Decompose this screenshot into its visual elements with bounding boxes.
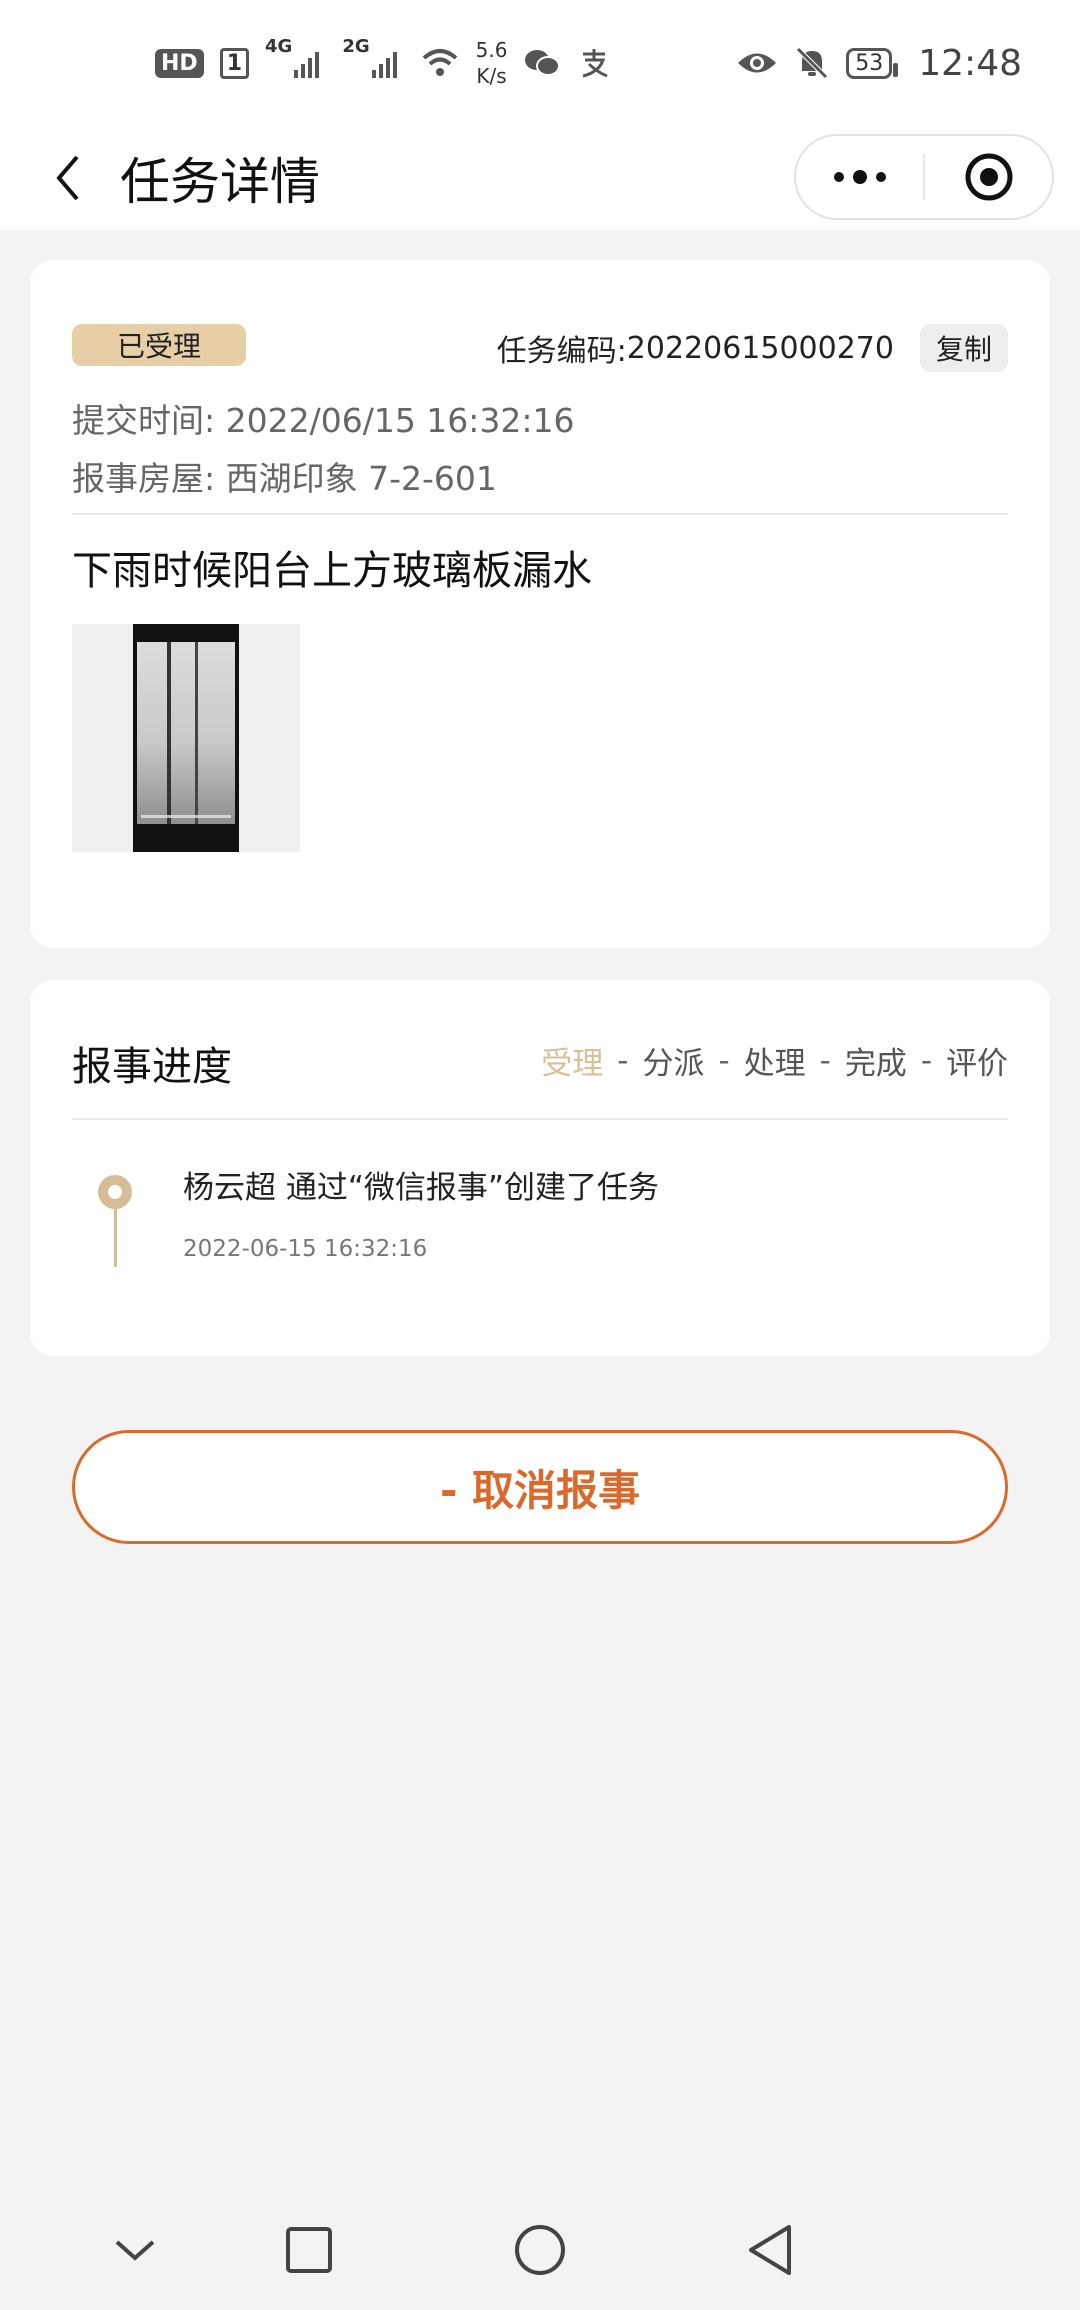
progress-title: 报事进度	[72, 1044, 232, 1090]
copy-button[interactable]: 复制	[919, 324, 1008, 372]
window-frame	[167, 642, 171, 824]
wifi-icon	[420, 46, 460, 80]
timeline-entry-time: 2022-06-15 16:32:16	[183, 1236, 428, 1262]
video-preview	[133, 624, 239, 852]
step-dispatch: 分派	[642, 1046, 705, 1082]
sim-badge: 1	[219, 47, 249, 79]
net-label-2g: 2G	[342, 36, 370, 57]
divider	[72, 513, 1008, 515]
square-icon	[286, 2227, 332, 2273]
video-progress-bar	[141, 815, 231, 818]
timeline-line	[114, 1209, 117, 1267]
nav-bar: 任务详情	[0, 126, 1080, 230]
net-label-4g: 4G	[265, 36, 293, 57]
step-separator: -	[718, 1042, 730, 1079]
report-house: 报事房屋: 西湖印象 7-2-601	[72, 459, 497, 498]
status-bar-left: HD 1 4G 2G 5.6 K/s	[155, 36, 611, 89]
task-code-row: 任务编码: 20220615000270 复制	[497, 324, 1008, 372]
close-miniprogram-button[interactable]	[925, 136, 1052, 218]
task-description: 下雨时候阳台上方玻璃板漏水	[72, 548, 592, 594]
speed-value: 5.6	[475, 38, 508, 62]
submit-time: 提交时间: 2022/06/15 16:32:16	[72, 401, 575, 440]
timeline-entry-text: 杨云超 通过“微信报事”创建了任务	[183, 1170, 659, 1206]
miniprogram-capsule	[794, 134, 1054, 220]
speed-unit: K/s	[476, 64, 507, 88]
network-speed: 5.6 K/s	[476, 37, 508, 89]
signal-2g-icon: 2G	[342, 36, 403, 80]
system-back-button[interactable]	[735, 2215, 805, 2285]
step-process: 处理	[743, 1046, 806, 1082]
system-nav-bar	[0, 2190, 1080, 2310]
signal-4g-icon: 4G	[265, 36, 326, 80]
cancel-report-button[interactable]: - 取消报事	[72, 1430, 1008, 1544]
wechat-icon	[523, 47, 561, 79]
home-button[interactable]	[505, 2215, 575, 2285]
step-separator: -	[920, 1042, 932, 1079]
triangle-back-icon	[749, 2225, 791, 2275]
media-thumbnail[interactable]	[72, 624, 300, 852]
step-separator: -	[617, 1042, 629, 1079]
step-evaluate: 评价	[946, 1046, 1008, 1082]
step-separator: -	[819, 1042, 831, 1079]
timeline-dot	[98, 1175, 132, 1209]
progress-steps: 受理 - 分派 - 处理 - 完成 - 评价	[541, 1038, 1008, 1083]
step-complete: 完成	[844, 1046, 907, 1082]
task-detail-card: 已受理 任务编码: 20220615000270 复制 提交时间: 2022/0…	[30, 260, 1050, 948]
more-dots-icon	[833, 170, 886, 184]
task-code-label: 任务编码:	[496, 334, 627, 369]
step-accept: 受理	[541, 1046, 604, 1082]
back-button[interactable]	[38, 148, 98, 208]
hd-badge: HD	[155, 48, 204, 78]
window-frame	[195, 642, 198, 824]
progress-card: 报事进度 受理 - 分派 - 处理 - 完成 - 评价 杨云超 通过“微信报事”…	[30, 980, 1050, 1356]
status-bar-right: 53 12:48	[736, 43, 1022, 84]
target-icon	[965, 153, 1012, 201]
alipay-icon	[577, 46, 611, 80]
circle-icon	[515, 2225, 565, 2275]
eye-icon	[736, 48, 778, 78]
collapse-button[interactable]	[100, 2215, 170, 2285]
window-scene	[137, 642, 235, 824]
page-title: 任务详情	[120, 153, 320, 211]
mute-icon	[794, 45, 830, 81]
chevron-down-icon	[115, 2240, 155, 2261]
clock: 12:48	[918, 42, 1022, 84]
battery-indicator: 53	[846, 47, 899, 79]
more-button[interactable]	[796, 136, 923, 218]
status-badge: 已受理	[72, 324, 246, 366]
chevron-left-icon	[56, 155, 79, 201]
recent-apps-button[interactable]	[274, 2215, 344, 2285]
task-code-value: 20220615000270	[626, 330, 894, 366]
status-bar: HD 1 4G 2G 5.6 K/s 53 12:48	[0, 0, 1080, 126]
divider	[72, 1118, 1008, 1120]
